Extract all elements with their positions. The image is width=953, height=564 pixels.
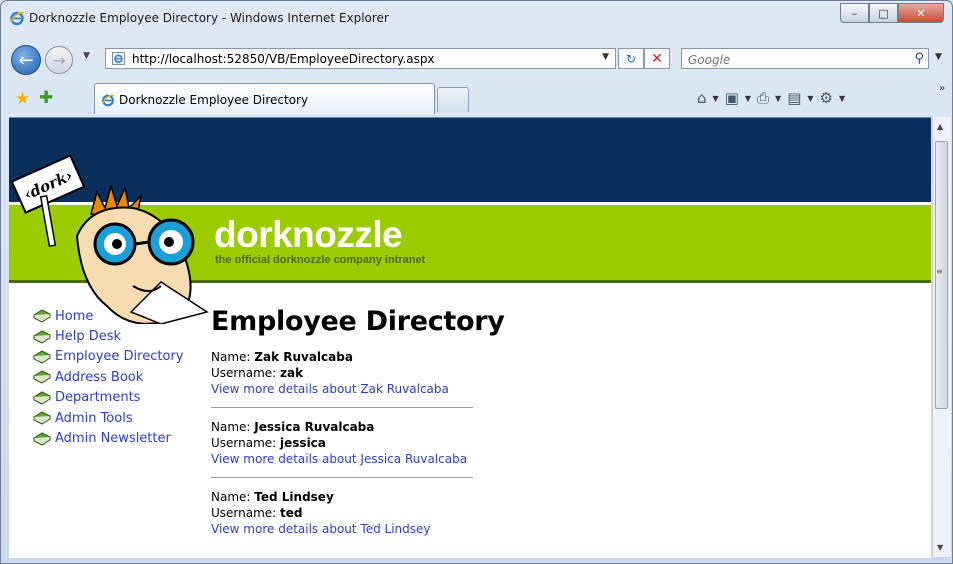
employee-details-link[interactable]: View more details about Ted Lindsey (211, 522, 431, 536)
nav-item-admin-tools: Admin Tools (33, 408, 183, 428)
tab-employee-directory[interactable]: Dorknozzle Employee Directory (94, 83, 435, 114)
employee-username: jessica (280, 436, 326, 450)
nav-item-help-desk: Help Desk (33, 326, 183, 346)
site-tagline: the official dorknozzle company intranet (215, 254, 426, 266)
employee-name: Jessica Ruvalcaba (254, 420, 375, 434)
name-label: Name: (211, 420, 255, 434)
nav-link-admin-tools[interactable]: Admin Tools (55, 411, 133, 426)
nav-item-employee-directory: Employee Directory (33, 347, 183, 367)
site-navigation: Home Help Desk Employee Directory Addres… (33, 306, 183, 449)
dorknozzle-mascot-logo: ‹dork› (11, 154, 209, 324)
stop-icon: ✕ (651, 50, 663, 67)
nav-item-address-book: Address Book (33, 367, 183, 387)
page-dropdown-icon[interactable]: ▼ (807, 94, 813, 107)
toolbar-overflow-chevron-icon[interactable]: » (939, 83, 945, 94)
nav-item-home: Home (33, 306, 183, 326)
address-toolbar: ← → ▼ http://localhost:52850/VB/Employee… (1, 39, 952, 75)
tab-toolbar: ★ ✚ Dorknozzle Employee Directory ⌂ ▼ ▣ ▼ … (1, 81, 952, 115)
feeds-icon[interactable]: ▣ (725, 89, 739, 107)
close-button[interactable]: ✕ (898, 3, 944, 23)
employee-username: ted (280, 506, 303, 520)
employee-entry: Name: Jessica Ruvalcaba Username: jessic… (211, 419, 505, 467)
name-label: Name: (211, 490, 255, 504)
browser-window: Dorknozzle Employee Directory - Windows … (0, 0, 953, 564)
nav-link-departments[interactable]: Departments (55, 390, 140, 405)
employee-separator (211, 407, 473, 408)
employee-entry: Name: Zak Ruvalcaba Username: zak View m… (211, 349, 505, 397)
nav-link-employee-directory[interactable]: Employee Directory (55, 349, 183, 364)
new-tab-button[interactable] (437, 87, 469, 112)
back-arrow-icon: ← (18, 49, 34, 71)
username-label: Username: (211, 366, 281, 380)
employee-details-link[interactable]: View more details about Zak Ruvalcaba (211, 382, 449, 396)
favorites-star-icon[interactable]: ★ (15, 89, 30, 109)
print-dropdown-icon[interactable]: ▼ (775, 94, 781, 107)
main-content: Employee Directory Name: Zak Ruvalcaba U… (211, 306, 505, 537)
employee-name: Zak Ruvalcaba (254, 350, 353, 364)
book-bullet-icon (33, 431, 51, 446)
book-bullet-icon (33, 411, 51, 425)
page-title: Employee Directory (211, 306, 505, 337)
book-bullet-icon (33, 330, 51, 344)
search-options-dropdown[interactable]: ▼ (935, 52, 942, 62)
search-box[interactable]: ⚲ (681, 48, 929, 69)
forward-arrow-icon: → (52, 50, 66, 70)
nav-item-admin-newsletter: Admin Newsletter (33, 428, 183, 448)
search-icon[interactable]: ⚲ (914, 51, 924, 66)
book-bullet-icon (33, 370, 51, 384)
home-icon[interactable]: ⌂ (697, 89, 707, 107)
name-label: Name: (211, 350, 255, 364)
employee-details-link[interactable]: View more details about Jessica Ruvalcab… (211, 452, 467, 466)
home-dropdown-icon[interactable]: ▼ (713, 94, 719, 107)
tab-label: Dorknozzle Employee Directory (119, 93, 309, 107)
address-dropdown-icon[interactable]: ▼ (602, 52, 609, 62)
window-title: Dorknozzle Employee Directory - Windows … (29, 11, 389, 25)
book-bullet-icon (33, 391, 51, 405)
forward-button[interactable]: → (45, 46, 73, 74)
employee-separator (211, 477, 473, 478)
search-input[interactable] (686, 50, 890, 69)
nav-link-help-desk[interactable]: Help Desk (55, 329, 121, 344)
nav-link-admin-newsletter[interactable]: Admin Newsletter (55, 431, 171, 446)
tools-dropdown-icon[interactable]: ▼ (839, 94, 845, 107)
nav-link-address-book[interactable]: Address Book (55, 370, 143, 385)
username-label: Username: (211, 436, 281, 450)
title-bar: Dorknozzle Employee Directory - Windows … (1, 1, 952, 37)
print-icon[interactable]: ⎙ (757, 89, 769, 107)
scroll-up-arrow-icon[interactable]: ▲ (937, 122, 943, 131)
username-label: Username: (211, 506, 281, 520)
minimize-button[interactable]: – (840, 3, 869, 23)
maximize-button[interactable]: □ (869, 3, 898, 23)
refresh-button[interactable]: ↻ (618, 48, 644, 69)
employee-entry: Name: Ted Lindsey Username: ted View mor… (211, 489, 505, 537)
refresh-icon: ↻ (625, 51, 637, 66)
site-name: dorknozzle (214, 214, 403, 255)
scroll-down-arrow-icon[interactable]: ▼ (937, 543, 943, 552)
book-bullet-icon (33, 309, 51, 323)
nav-link-home[interactable]: Home (55, 309, 93, 324)
vertical-scrollbar[interactable]: ▲ ≡ ▼ (932, 117, 951, 557)
internet-explorer-icon (102, 94, 115, 107)
url-text[interactable]: http://localhost:52850/VB/EmployeeDirect… (132, 52, 435, 66)
nav-item-departments: Departments (33, 388, 183, 408)
back-button[interactable]: ← (11, 45, 41, 75)
tools-gear-icon[interactable]: ⚙ (820, 89, 833, 107)
internet-explorer-icon (10, 11, 25, 26)
address-bar[interactable]: http://localhost:52850/VB/EmployeeDirect… (105, 48, 616, 69)
scrollbar-grip-icon: ≡ (936, 267, 943, 276)
page-icon (112, 52, 125, 65)
employee-name: Ted Lindsey (254, 490, 334, 504)
page-menu-icon[interactable]: ▤ (787, 89, 801, 107)
book-bullet-icon (33, 350, 51, 364)
recent-pages-dropdown[interactable]: ▼ (83, 51, 90, 61)
stop-button[interactable]: ✕ (644, 48, 670, 69)
employee-username: zak (280, 366, 304, 380)
page-viewport: ‹dork› dorknozzle the official dorknozzl… (9, 117, 931, 558)
add-favorites-icon[interactable]: ✚ (39, 88, 53, 108)
feeds-dropdown-icon[interactable]: ▼ (745, 94, 751, 107)
